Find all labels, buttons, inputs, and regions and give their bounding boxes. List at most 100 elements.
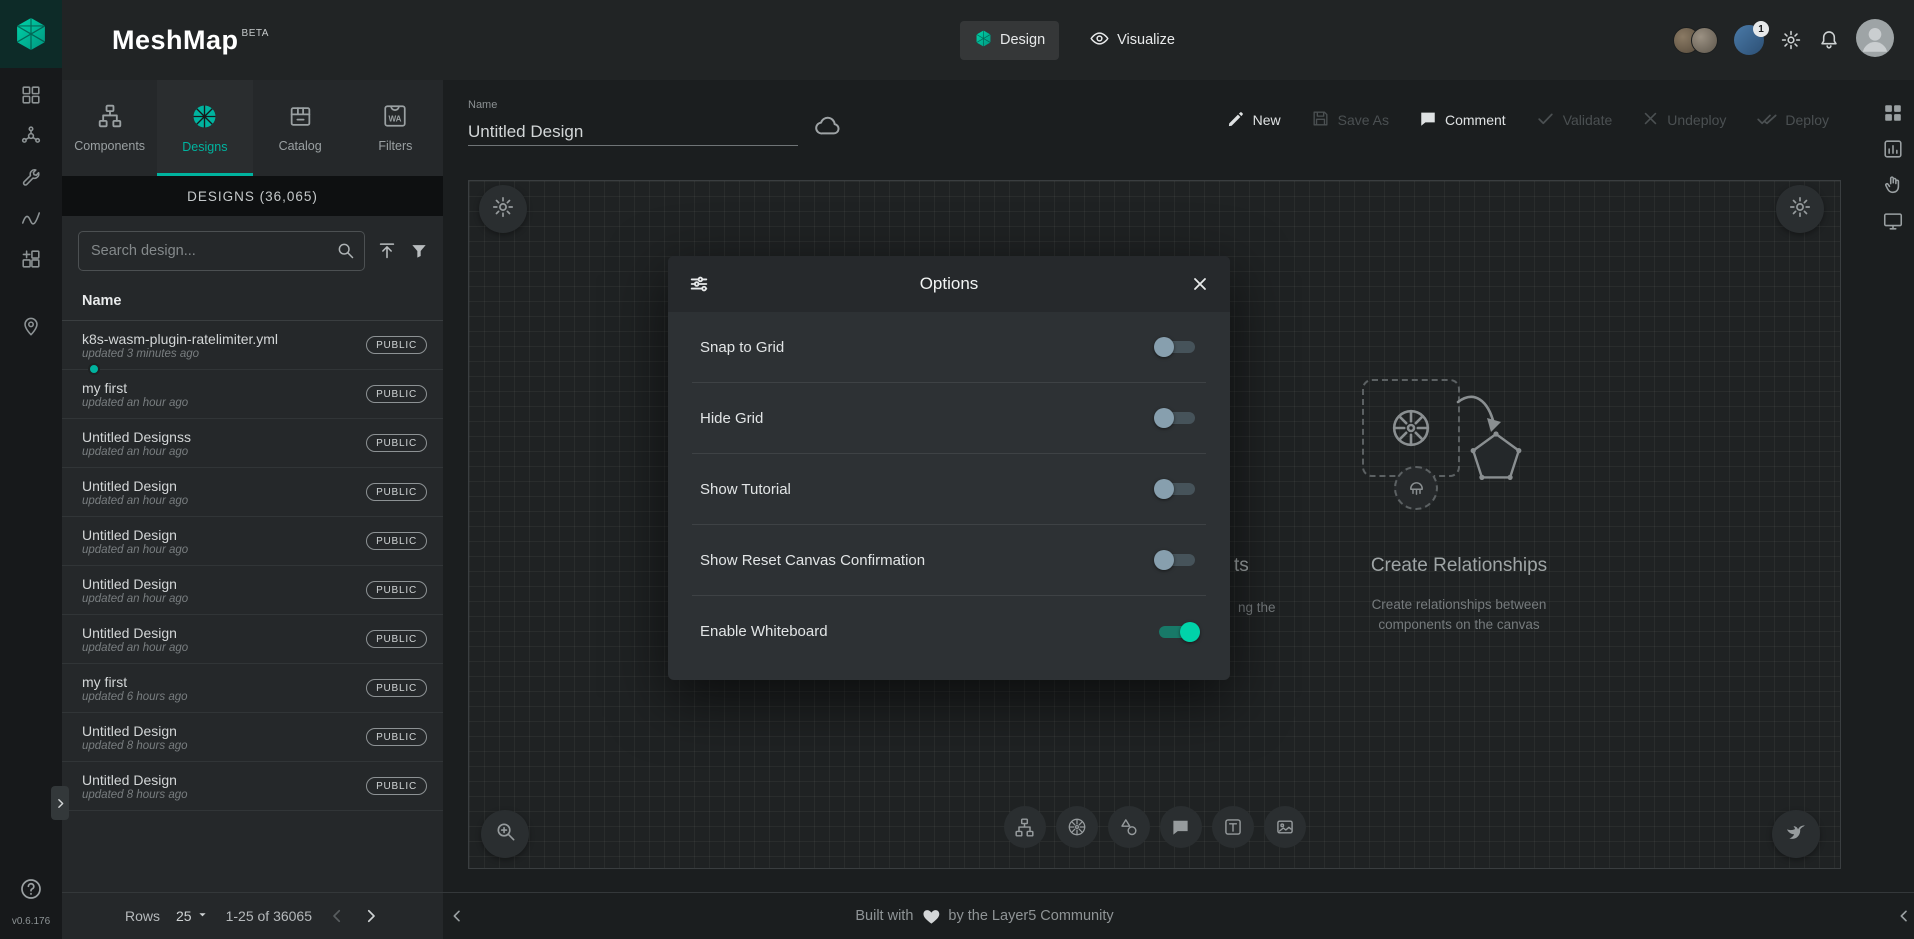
- performance-icon[interactable]: [14, 205, 48, 231]
- text-dock-icon[interactable]: [1212, 806, 1254, 848]
- options-modal-title: Options: [668, 274, 1230, 294]
- visibility-badge: PUBLIC: [366, 532, 427, 550]
- validate-button[interactable]: Validate: [1536, 109, 1613, 131]
- visibility-badge: PUBLIC: [366, 385, 427, 403]
- shapes-dock-icon[interactable]: [1108, 806, 1150, 848]
- hide-grid-toggle[interactable]: [1154, 406, 1200, 430]
- option-label: Hide Grid: [700, 410, 763, 427]
- mesh-component-placeholder: [1394, 466, 1438, 510]
- workspace-right-rail: [1882, 102, 1904, 232]
- bottom-bar: Rows 25 1-25 of 36065 Built with by the …: [62, 892, 1914, 939]
- design-updated: updated an hour ago: [82, 544, 356, 556]
- dashboard-icon[interactable]: [14, 82, 48, 108]
- show-tutorial-toggle[interactable]: [1154, 477, 1200, 501]
- design-name-field: Name: [468, 99, 842, 146]
- tab-filters-label: Filters: [378, 139, 412, 153]
- notifications-bell-icon[interactable]: [1818, 29, 1840, 51]
- create-relationships-hint-title: Create Relationships: [1304, 555, 1614, 577]
- design-row[interactable]: Untitled Design updated an hour ago PUBL…: [62, 566, 443, 615]
- design-name-label: Name: [468, 99, 842, 111]
- tab-designs[interactable]: Designs: [157, 80, 252, 176]
- tab-components[interactable]: Components: [62, 80, 157, 176]
- tune-icon: [688, 273, 710, 295]
- design-row[interactable]: Untitled Design updated 8 hours ago PUBL…: [62, 762, 443, 811]
- option-label: Show Tutorial: [700, 481, 791, 498]
- close-icon[interactable]: [1190, 274, 1210, 294]
- design-name: my first: [82, 380, 356, 396]
- components-dock-icon[interactable]: [1004, 806, 1046, 848]
- visibility-badge: PUBLIC: [366, 581, 427, 599]
- session-avatar-wrap[interactable]: 1: [1734, 25, 1764, 55]
- search-row: [62, 216, 443, 282]
- snap-to-grid-toggle[interactable]: [1154, 335, 1200, 359]
- tab-catalog-label: Catalog: [279, 139, 322, 153]
- settings-gear-icon[interactable]: [1780, 29, 1802, 51]
- show-reset-canvas-confirmation-toggle[interactable]: [1154, 548, 1200, 572]
- enable-whiteboard-toggle[interactable]: [1154, 620, 1200, 644]
- kubernetes-dock-icon[interactable]: [1056, 806, 1098, 848]
- canvas-quick-config-button[interactable]: [479, 185, 527, 233]
- design-name: Untitled Designss: [82, 429, 356, 445]
- search-icon[interactable]: [335, 240, 356, 266]
- next-page-button[interactable]: [362, 907, 380, 925]
- footer-collapse-right-icon[interactable]: [1896, 908, 1912, 924]
- layer5-hexagon-icon: [12, 15, 50, 53]
- design-updated: updated 8 hours ago: [82, 740, 356, 752]
- analytics-icon[interactable]: [1882, 138, 1904, 160]
- import-design-icon[interactable]: [376, 240, 398, 262]
- help-icon[interactable]: [19, 877, 43, 906]
- design-mode-button[interactable]: Design: [960, 21, 1059, 60]
- comment-icon: [1419, 110, 1437, 131]
- prev-page-button[interactable]: [328, 907, 346, 925]
- search-input[interactable]: [78, 231, 365, 271]
- comment-button[interactable]: Comment: [1419, 110, 1506, 131]
- catalog-icon: [288, 104, 313, 132]
- save-icon: [1311, 109, 1330, 131]
- lifecycle-icon[interactable]: [14, 123, 48, 149]
- apps-grid-icon[interactable]: [1882, 102, 1904, 124]
- filter-icon[interactable]: [409, 241, 429, 261]
- rows-per-page-select[interactable]: 25: [176, 907, 210, 925]
- configuration-icon[interactable]: [14, 164, 48, 190]
- design-row[interactable]: Untitled Design updated 8 hours ago PUBL…: [62, 713, 443, 762]
- display-icon[interactable]: [1882, 210, 1904, 232]
- deploy-dove-button[interactable]: [1772, 810, 1820, 858]
- save-as-button[interactable]: Save As: [1311, 109, 1389, 131]
- touch-interaction-icon[interactable]: [1882, 174, 1904, 196]
- design-row[interactable]: Untitled Design updated an hour ago PUBL…: [62, 468, 443, 517]
- canvas-options-button[interactable]: [1776, 185, 1824, 233]
- footer-credit: Built with by the Layer5 Community: [855, 907, 1113, 926]
- deploy-button[interactable]: Deploy: [1756, 108, 1829, 132]
- design-name-input[interactable]: [468, 119, 798, 146]
- comment-dock-icon[interactable]: [1160, 806, 1202, 848]
- design-updated: updated an hour ago: [82, 642, 356, 654]
- new-button[interactable]: New: [1227, 110, 1281, 131]
- media-dock-icon[interactable]: [1264, 806, 1306, 848]
- design-row[interactable]: Untitled Design updated an hour ago PUBL…: [62, 615, 443, 664]
- option-row: Enable Whiteboard: [692, 596, 1206, 667]
- design-row[interactable]: my first updated an hour ago PUBLIC: [62, 370, 443, 419]
- undeploy-button[interactable]: Undeploy: [1642, 110, 1726, 130]
- design-updated: updated 6 hours ago: [82, 691, 356, 703]
- collaborator-presence-dot: [88, 363, 100, 375]
- design-row[interactable]: k8s-wasm-plugin-ratelimiter.yml updated …: [62, 321, 443, 370]
- extensions-icon[interactable]: [14, 246, 48, 272]
- tab-catalog[interactable]: Catalog: [253, 80, 348, 176]
- visualize-mode-button[interactable]: Visualize: [1075, 20, 1189, 61]
- design-row[interactable]: my first updated 6 hours ago PUBLIC: [62, 664, 443, 713]
- design-row[interactable]: Untitled Design updated an hour ago PUBL…: [62, 517, 443, 566]
- cross-icon: [1642, 110, 1659, 130]
- visibility-badge: PUBLIC: [366, 483, 427, 501]
- layer5-logo[interactable]: [0, 0, 62, 68]
- svg-text:WA: WA: [389, 115, 402, 124]
- top-right-cluster: 1: [1673, 19, 1914, 62]
- design-row[interactable]: Untitled Designss updated an hour ago PU…: [62, 419, 443, 468]
- tab-filters[interactable]: WA Filters: [348, 80, 443, 176]
- collaborator-avatars[interactable]: [1673, 27, 1718, 54]
- zoom-button[interactable]: [481, 810, 529, 858]
- connections-icon[interactable]: [14, 313, 48, 339]
- footer-collapse-left-icon[interactable]: [449, 908, 465, 924]
- collaborator-avatar-2[interactable]: [1691, 27, 1718, 54]
- panel-collapse-handle[interactable]: [51, 786, 69, 820]
- user-avatar[interactable]: [1856, 19, 1894, 62]
